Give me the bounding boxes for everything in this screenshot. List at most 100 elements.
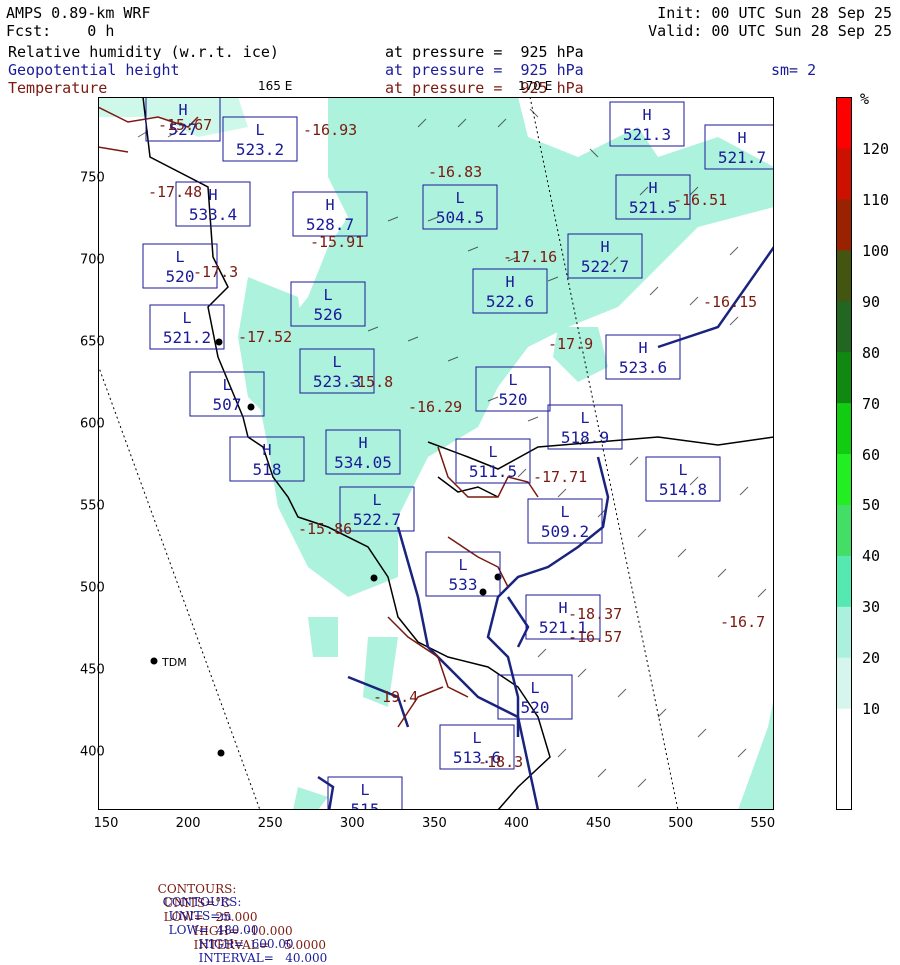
- height-extremum-letter: L: [580, 409, 589, 427]
- footer-height-units: UNITS=m: [168, 909, 232, 923]
- colorbar-tick-label: 20: [862, 649, 881, 668]
- temperature-label: -15.91: [310, 233, 364, 251]
- height-extremum-letter: L: [678, 461, 687, 479]
- x-tick-label: 300: [339, 816, 365, 831]
- colorbar-tick-label: 40: [862, 547, 881, 566]
- height-value: 518.9: [561, 428, 609, 447]
- height-value: 526: [314, 305, 343, 324]
- height-extremum-letter: H: [262, 441, 271, 459]
- temperature-label: -18.3: [478, 753, 523, 771]
- height-extremum-letter: L: [560, 503, 569, 521]
- height-value: 521.7: [718, 148, 766, 167]
- model-title: AMPS 0.89-km WRF: [6, 4, 151, 22]
- footer-height-interval: INTERVAL= 40.000: [198, 951, 328, 965]
- height-value: 520: [521, 698, 550, 717]
- footer-height-high: HIGH= 600.00: [198, 937, 294, 951]
- height-value: 509.2: [541, 522, 589, 541]
- colorbar-tick-label: 110: [862, 190, 890, 209]
- height-value: 523.2: [236, 140, 284, 159]
- colorbar-unit: %: [860, 90, 870, 108]
- colorbar: [836, 97, 852, 810]
- colorbar-tick-label: 60: [862, 445, 881, 464]
- temperature-label: -19.4: [373, 688, 418, 706]
- height-extremum-letter: L: [458, 556, 467, 574]
- colorbar-tick-label: 10: [862, 700, 881, 719]
- height-value: 521.2: [163, 328, 211, 347]
- temperature-label: -17.16: [503, 248, 557, 266]
- x-tick-label: 500: [668, 816, 694, 831]
- y-tick-label: 600: [80, 416, 105, 432]
- colorbar-tick-label: 100: [862, 241, 890, 260]
- footer-height-prefix: CONTOURS:: [162, 895, 242, 909]
- temperature-label: -15.86: [298, 520, 352, 538]
- height-value: 521.3: [623, 125, 671, 144]
- height-extremum-letter: H: [642, 106, 651, 124]
- height-extremum-letter: H: [638, 339, 647, 357]
- map-panel: TDM L523.2H521.3 H521.7H533.4 H528.7L504.5…: [98, 97, 774, 810]
- field-height-level: at pressure = 925 hPa: [385, 61, 584, 79]
- height-value: 533.4: [189, 205, 237, 224]
- y-tick-label: 700: [80, 252, 105, 268]
- footer-height-low: LOW= 480.00: [168, 923, 259, 937]
- height-extremum-letter: L: [508, 371, 517, 389]
- colorbar-cell: [836, 708, 852, 760]
- y-tick-label: 550: [80, 498, 105, 514]
- lon-165e-label: 165 E: [258, 79, 293, 93]
- height-value: 522.7: [581, 257, 629, 276]
- temperature-label: -16.51: [673, 191, 727, 209]
- colorbar-tick-label: 30: [862, 598, 881, 617]
- height-value: 533: [449, 575, 478, 594]
- height-extremum-letter: L: [455, 189, 464, 207]
- colorbar-cell: [836, 97, 852, 149]
- height-extremum-letter: H: [325, 196, 334, 214]
- field-rh-name: Relative humidity (w.r.t. ice): [8, 43, 279, 61]
- footer-height-contours: CONTOURS: UNITS=m LOW= 480.00 HIGH= 600.…: [155, 881, 328, 965]
- temperature-label: -15.67: [158, 116, 212, 134]
- temperature-label: -16.7: [720, 613, 765, 631]
- y-tick-label: 650: [80, 334, 105, 350]
- height-extremum-letter: L: [372, 491, 381, 509]
- height-value: 518: [253, 460, 282, 479]
- colorbar-tick-label: 50: [862, 496, 881, 515]
- temperature-label: -16.83: [428, 163, 482, 181]
- colorbar-tick-label: 120: [862, 139, 890, 158]
- x-tick-label: 450: [586, 816, 612, 831]
- height-value: 507: [213, 395, 242, 414]
- height-extremum-letter: L: [222, 376, 231, 394]
- height-extremum-letter: L: [488, 443, 497, 461]
- colorbar-cell: [836, 249, 852, 302]
- temperature-label: -16.15: [703, 293, 757, 311]
- height-value: 523.6: [619, 358, 667, 377]
- height-extremum-letter: H: [505, 273, 514, 291]
- temperature-label: -17.52: [238, 328, 292, 346]
- temperature-label: -17.71: [533, 468, 587, 486]
- field-rh-level: at pressure = 925 hPa: [385, 43, 584, 61]
- height-extremum-letter: L: [182, 309, 191, 327]
- colorbar-cell: [836, 606, 852, 658]
- temperature-label: -16.93: [303, 121, 357, 139]
- height-value: 520: [166, 267, 195, 286]
- height-extremum-letter: H: [358, 434, 367, 452]
- height-extremum-letter: L: [472, 729, 481, 747]
- height-value: 522.7: [353, 510, 401, 529]
- x-tick-label: 400: [504, 816, 529, 831]
- field-height-name: Geopotential height: [8, 61, 180, 79]
- colorbar-cell: [836, 504, 852, 556]
- temperature-label: -15.8: [348, 373, 393, 391]
- valid-time: Valid: 00 UTC Sun 28 Sep 25: [648, 22, 892, 40]
- temperature-label: -16.29: [408, 398, 462, 416]
- colorbar-cell: [836, 453, 852, 505]
- field-temp-name: Temperature: [8, 79, 108, 97]
- x-tick-label: 150: [93, 816, 119, 831]
- forecast-hour: Fcst: 0 h: [6, 22, 115, 40]
- smoothing-label: sm= 2: [771, 61, 817, 79]
- height-value: 515: [351, 800, 380, 810]
- colorbar-cell: [836, 759, 852, 810]
- temperature-label: -17.48: [148, 183, 202, 201]
- height-value: 514.8: [659, 480, 707, 499]
- colorbar-cell: [836, 147, 852, 200]
- height-extremum-letter: H: [648, 179, 657, 197]
- height-extremum-letter: H: [558, 599, 567, 617]
- temperature-label: -17.9: [548, 335, 593, 353]
- height-value: 520: [499, 390, 528, 409]
